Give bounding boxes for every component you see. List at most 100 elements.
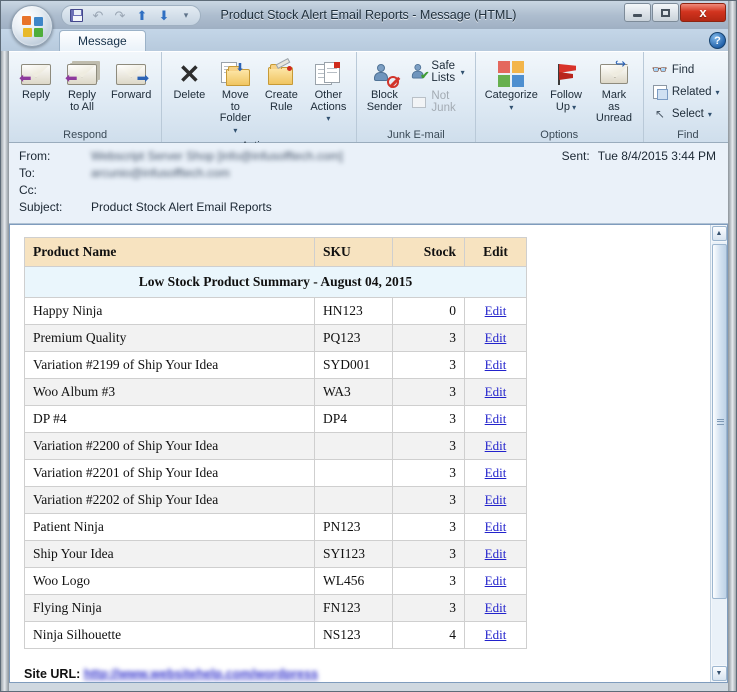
cell-stock: 3 <box>392 594 465 622</box>
ribbon-group-label-options: Options <box>540 129 579 141</box>
column-header-edit: Edit <box>464 237 527 267</box>
reply-button[interactable]: ⬅ Reply <box>13 55 59 105</box>
close-icon: x <box>699 5 707 20</box>
cell-product-name: Patient Ninja <box>24 513 315 541</box>
cell-product-name: Ship Your Idea <box>24 540 315 568</box>
table-row: Patient Ninja PN123 3 Edit <box>24 513 527 541</box>
table-header-row: Product Name SKU Stock Edit <box>24 237 527 267</box>
envelope-forward-icon: ➡ <box>116 58 149 90</box>
table-row: Variation #2200 of Ship Your Idea 3 Edit <box>24 432 527 460</box>
maximize-button[interactable] <box>652 3 679 22</box>
other-actions-button[interactable]: Other Actions ▾ <box>304 55 352 128</box>
chevron-down-icon: ▾ <box>509 102 514 112</box>
edit-link[interactable]: Edit <box>485 357 507 372</box>
edit-link[interactable]: Edit <box>485 546 507 561</box>
envelope-reply-icon: ⬅ <box>19 58 51 90</box>
customize-qat-button[interactable]: ▾ <box>176 7 196 25</box>
edit-link[interactable]: Edit <box>485 303 507 318</box>
scroll-up-button[interactable]: ▲ <box>711 226 727 241</box>
site-url-link[interactable]: http://www.websitehelp.com/wordpress <box>84 667 318 681</box>
edit-link[interactable]: Edit <box>485 627 507 642</box>
categorize-button[interactable]: Categorize ▾ <box>480 55 543 116</box>
cc-label: Cc: <box>19 183 37 197</box>
forward-button[interactable]: ➡ Forward <box>105 55 157 105</box>
cell-edit: Edit <box>464 540 527 568</box>
cell-stock: 3 <box>392 351 465 379</box>
edit-link[interactable]: Edit <box>485 465 507 480</box>
edit-link[interactable]: Edit <box>485 519 507 534</box>
scrollbar-grip-icon <box>716 418 724 425</box>
column-header-sku: SKU <box>314 237 393 267</box>
select-button[interactable]: ↖ Select ▾ <box>648 103 726 125</box>
edit-link[interactable]: Edit <box>485 411 507 426</box>
scroll-down-button[interactable]: ▼ <box>711 666 727 681</box>
chevron-down-icon: ▾ <box>233 125 238 135</box>
cell-product-name: DP #4 <box>24 405 315 433</box>
table-row: Woo Logo WL456 3 Edit <box>24 567 527 595</box>
chevron-down-icon: ▾ <box>460 67 465 77</box>
blue-down-arrow-icon: ⬇ <box>158 8 170 23</box>
select-label: Select <box>671 108 704 120</box>
cc-row: Cc: <box>19 183 718 200</box>
message-header-fields: From: Webscript Server Shop [info@infuso… <box>9 143 728 224</box>
not-junk-button[interactable]: Not Junk <box>407 87 470 117</box>
edit-link[interactable]: Edit <box>485 438 507 453</box>
table-row: Ninja Silhouette NS123 4 Edit <box>24 621 527 649</box>
cell-sku: PQ123 <box>314 324 393 352</box>
related-button[interactable]: Related ▾ <box>648 81 726 103</box>
office-button[interactable] <box>11 5 53 47</box>
maximize-icon <box>661 8 670 17</box>
find-button[interactable]: 👓 Find <box>648 59 726 81</box>
edit-link[interactable]: Edit <box>485 492 507 507</box>
redo-arrow-icon: ↷ <box>114 8 126 23</box>
help-icon[interactable]: ? <box>709 32 726 49</box>
move-to-folder-button[interactable]: ⬇ Move to Folder ▾ <box>212 55 258 139</box>
save-button[interactable] <box>66 7 86 25</box>
edit-link[interactable]: Edit <box>485 573 507 588</box>
cell-edit: Edit <box>464 567 527 595</box>
reply-to-all-button-label: Reply <box>67 89 97 101</box>
sent-info: Sent: Tue 8/4/2015 3:44 PM <box>562 149 716 163</box>
mark-unread-envelope-icon: ↪ <box>599 57 628 90</box>
from-value[interactable]: Webscript Server Shop [info@infusofftech… <box>91 149 343 163</box>
edit-link[interactable]: Edit <box>485 600 507 615</box>
cell-edit: Edit <box>464 594 527 622</box>
to-value[interactable]: arcunio@infusofftech.com <box>91 166 230 180</box>
delete-button[interactable]: ✕ Delete <box>166 55 212 105</box>
scrollbar-track[interactable] <box>711 242 727 665</box>
safe-lists-button[interactable]: ✔ Safe Lists ▾ <box>407 57 470 87</box>
body-scrollbar[interactable]: ▲ ▼ <box>710 225 727 682</box>
reply-to-all-button-label2: to All <box>70 100 94 113</box>
select-cursor-icon: ↖ <box>654 107 665 121</box>
mark-as-unread-button[interactable]: ↪ Mark as Unread <box>589 55 639 128</box>
block-sender-button[interactable]: Block Sender <box>361 55 407 116</box>
minimize-button[interactable] <box>624 3 651 22</box>
scrollbar-thumb[interactable] <box>711 244 727 600</box>
cell-edit: Edit <box>464 324 527 352</box>
not-junk-label: Not Junk <box>431 90 456 114</box>
reply-to-all-button[interactable]: ⬅ Reply to All <box>59 55 105 116</box>
close-button[interactable]: x <box>680 3 726 22</box>
report-column-header: Product Name SKU Stock Edit <box>24 237 527 267</box>
tab-message[interactable]: Message <box>59 30 146 51</box>
undo-button[interactable]: ↶ <box>88 7 108 25</box>
other-actions-button-label: Other <box>314 89 343 101</box>
create-rule-button[interactable]: Create Rule <box>258 55 304 116</box>
cell-stock: 3 <box>392 567 465 595</box>
reading-pane: Low Stock Product Summary - August 04, 2… <box>9 224 728 683</box>
chevron-down-icon: ▾ <box>707 109 712 119</box>
cell-product-name: Woo Album #3 <box>24 378 315 406</box>
edit-link[interactable]: Edit <box>485 384 507 399</box>
next-item-button[interactable]: ⬇ <box>154 7 174 25</box>
subject-label: Subject: <box>19 200 63 214</box>
table-row: Variation #2202 of Ship Your Idea 3 Edit <box>24 486 527 514</box>
table-row: Premium Quality PQ123 3 Edit <box>24 324 527 352</box>
cell-sku: SYD001 <box>314 351 393 379</box>
sent-label: Sent: <box>561 149 590 163</box>
edit-link[interactable]: Edit <box>485 330 507 345</box>
cell-edit: Edit <box>464 351 527 379</box>
follow-up-button[interactable]: Follow Up ▾ <box>543 55 589 116</box>
redo-button[interactable]: ↷ <box>110 7 130 25</box>
report-title-row: Low Stock Product Summary - August 04, 2… <box>24 266 527 298</box>
previous-item-button[interactable]: ⬆ <box>132 7 152 25</box>
